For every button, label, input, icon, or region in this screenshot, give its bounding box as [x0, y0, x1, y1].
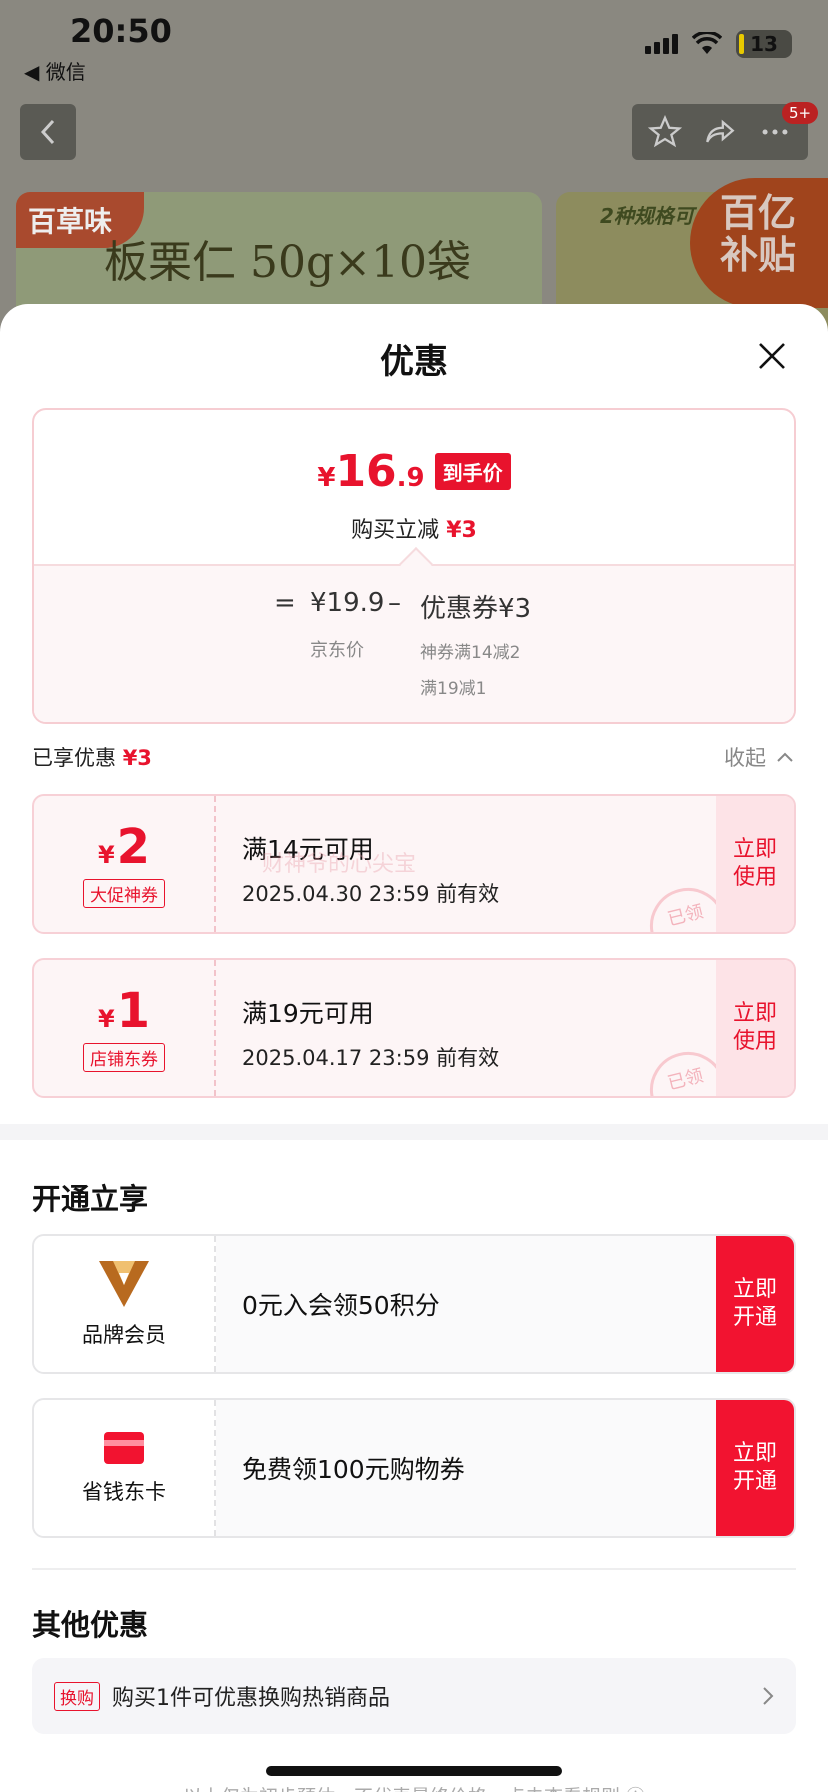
open-now-button[interactable]: 立即 开通 — [716, 1236, 794, 1372]
open-section-title: 开通立享 — [32, 1182, 149, 1216]
brand-member-card[interactable]: 品牌会员 0元入会领50积分 立即 开通 — [32, 1234, 796, 1374]
status-icons: 13 — [645, 30, 792, 58]
member-icon-area: 品牌会员 — [34, 1236, 216, 1372]
use-now-button[interactable]: 立即 使用 — [716, 960, 794, 1096]
coupon-symbol: ¥ — [97, 1004, 115, 1033]
member-benefit: 免费领100元购物券 — [242, 1455, 465, 1484]
coupon-symbol: ¥ — [97, 840, 115, 869]
price-formula: = ¥19.9 – 优惠券¥3 京东价 神券满14减2 满19减1 — [34, 566, 794, 722]
subsidy-line-2: 补贴 — [720, 233, 797, 277]
coupon-value-area: ¥ 2 大促神券 — [34, 796, 216, 932]
final-price: ¥ 16 .9 到手价 — [34, 446, 794, 497]
back-to-wechat[interactable]: ◀ 微信 — [24, 56, 86, 85]
trade-in-tag: 换购 — [54, 1681, 100, 1711]
member-icon-area: 省钱东卡 — [34, 1400, 216, 1536]
other-section-title: 其他优惠 — [32, 1608, 149, 1642]
price-symbol: ¥ — [317, 463, 336, 493]
product-title: 板栗仁 50g×10袋 — [104, 237, 471, 288]
status-time: 20:50 — [70, 12, 172, 50]
wifi-icon — [692, 32, 722, 54]
coupon-validity: 2025.04.17 23:59 前有效 — [242, 1046, 500, 1070]
minus-sign: – — [388, 588, 401, 618]
nav-back-button[interactable] — [20, 104, 76, 160]
price-decimal: .9 — [396, 463, 425, 493]
sheet-title: 优惠 — [380, 342, 448, 382]
red-card-icon — [104, 1432, 144, 1464]
coupon-type: 大促神券 — [83, 878, 165, 908]
coupon-validity: 2025.04.30 23:59 前有效 — [242, 882, 500, 906]
divider-line — [32, 1568, 796, 1570]
equals-sign: = — [274, 588, 296, 618]
coupon-card[interactable]: ¥ 2 大促神券 满14元可用 2025.04.30 23:59 前有效 已领 … — [32, 794, 796, 934]
base-price-label: 京东价 — [310, 640, 364, 661]
coupon-amount: ¥ 2 — [98, 821, 150, 873]
member-name: 品牌会员 — [82, 1323, 166, 1347]
coupon-value: 1 — [116, 982, 151, 1039]
coupon-type: 店铺东券 — [83, 1042, 165, 1072]
spec-label: 2种规格可 — [600, 204, 694, 228]
open-now-button[interactable]: 立即 开通 — [716, 1400, 794, 1536]
base-price: ¥19.9 — [310, 588, 385, 618]
collapse-button[interactable]: 收起 — [724, 742, 794, 772]
trade-in-row[interactable]: 换购 购买1件可优惠换购热销商品 — [32, 1658, 796, 1734]
home-indicator[interactable] — [266, 1766, 562, 1776]
trade-in-text: 购买1件可优惠换购热销商品 — [112, 1686, 390, 1711]
final-price-tag: 到手价 — [434, 453, 511, 490]
member-name: 省钱东卡 — [82, 1480, 166, 1504]
chevron-up-icon — [777, 752, 793, 762]
subsidy-line-1: 百亿 — [720, 191, 797, 235]
background-page: 20:50 ◀ 微信 13 5+ 百草味 板栗仁 50g×10袋 2种规格可 百… — [0, 0, 828, 330]
share-icon[interactable] — [703, 115, 737, 149]
instant-discount-label: 购买立减 — [351, 518, 440, 543]
final-price-area: ¥ 16 .9 到手价 购买立减 ¥3 — [34, 410, 794, 566]
footer-note: 以上仅为初步预估，不代表最终价格，点击查看规则 ⓘ — [0, 1782, 828, 1792]
coupon-value-area: ¥ 1 店铺东券 — [34, 960, 216, 1096]
discount-sheet: 优惠 ¥ 16 .9 到手价 购买立减 ¥3 = ¥19.9 – 优惠券¥3 京… — [0, 304, 828, 1792]
enjoyed-amount: ¥3 — [122, 746, 152, 770]
signal-icon — [645, 34, 678, 54]
chevron-left-icon — [40, 119, 55, 145]
instant-discount: 购买立减 ¥3 — [34, 512, 794, 544]
enjoyed-label: 已享优惠 — [32, 746, 116, 770]
message-badge: 5+ — [782, 102, 819, 124]
price-integer: 16 — [335, 446, 397, 497]
coupon-condition: 满14元可用 — [242, 835, 374, 864]
star-icon[interactable] — [648, 115, 683, 149]
coupon-deduction: 优惠券¥3 — [420, 594, 532, 624]
coupon-value: 2 — [116, 818, 151, 875]
coupon-amount: ¥ 1 — [98, 985, 150, 1037]
price-breakdown-card: ¥ 16 .9 到手价 购买立减 ¥3 = ¥19.9 – 优惠券¥3 京东价 … — [32, 408, 796, 724]
collapse-label: 收起 — [724, 746, 766, 770]
close-icon[interactable] — [756, 340, 788, 372]
coupon-detail-2: 满19减1 — [420, 679, 487, 699]
brand-v-icon — [99, 1261, 149, 1307]
savings-card-card[interactable]: 省钱东卡 免费领100元购物券 立即 开通 — [32, 1398, 796, 1538]
chevron-right-icon — [763, 1687, 774, 1705]
coupon-detail-1: 神券满14减2 — [420, 643, 521, 663]
coupon-card[interactable]: ¥ 1 店铺东券 满19元可用 2025.04.17 23:59 前有效 已领 … — [32, 958, 796, 1098]
use-now-button[interactable]: 立即 使用 — [716, 796, 794, 932]
member-benefit: 0元入会领50积分 — [242, 1291, 440, 1320]
subsidy-badge: 百亿 补贴 — [690, 178, 828, 308]
battery-icon: 13 — [736, 30, 792, 58]
section-divider — [0, 1124, 828, 1140]
coupon-condition: 满19元可用 — [242, 999, 374, 1028]
enjoyed-discount: 已享优惠 ¥3 — [32, 742, 152, 772]
instant-discount-amount: ¥3 — [446, 518, 477, 543]
